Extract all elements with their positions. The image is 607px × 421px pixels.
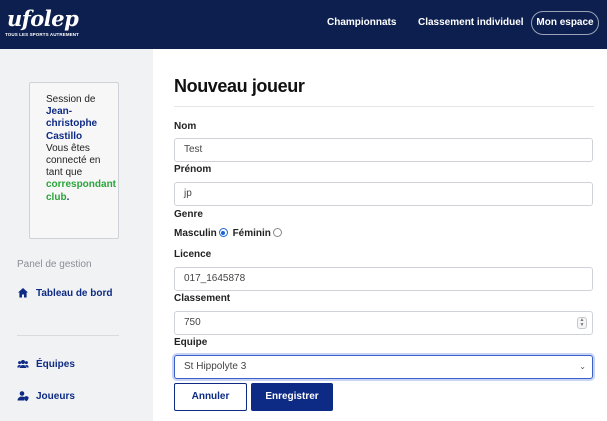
sidebar-item-label: Tableau de bord	[36, 288, 113, 299]
home-icon	[18, 288, 28, 298]
user-shield-icon	[17, 391, 29, 402]
session-suffix: .	[66, 191, 70, 203]
page-title: Nouveau joueur	[174, 76, 305, 96]
equipe-selected-value: St Hippolyte 3	[184, 361, 247, 372]
equipe-select[interactable]: St Hippolyte 3 ⌄	[174, 355, 593, 379]
prenom-input[interactable]: jp	[174, 182, 593, 206]
top-navbar: ufolep TOUS LES SPORTS AUTREMENT Champio…	[0, 0, 607, 49]
radio-label-masculin: Masculin	[174, 228, 217, 239]
sidebar-item-label: Joueurs	[36, 391, 75, 402]
radio-label-feminin: Féminin	[232, 228, 271, 239]
save-button[interactable]: Enregistrer	[251, 383, 333, 411]
mon-espace-button[interactable]: Mon espace	[531, 11, 599, 35]
equipe-label: Equipe	[174, 337, 208, 348]
users-icon	[17, 360, 29, 368]
licence-input[interactable]: 017_1645878	[174, 267, 593, 291]
sidebar-item-label: Équipes	[36, 359, 75, 370]
panel-title: Panel de gestion	[17, 259, 92, 270]
licence-label: Licence	[174, 249, 212, 260]
session-prefix: Session de	[46, 94, 96, 105]
sidebar-divider	[17, 335, 119, 336]
nom-input[interactable]: Test	[174, 138, 593, 162]
cancel-button[interactable]: Annuler	[174, 383, 247, 411]
sidebar-item-equipes[interactable]: Équipes	[17, 358, 127, 372]
prenom-label: Prénom	[174, 164, 212, 175]
session-role: correspondant club	[46, 179, 117, 203]
ufolep-logo[interactable]: ufolep TOUS LES SPORTS AUTREMENT	[5, 6, 100, 40]
chevron-down-icon: ⌄	[579, 362, 586, 371]
genre-radio-group: Masculin Féminin	[174, 228, 284, 240]
sidebar: Session de Jean-christophe Castillo Vous…	[0, 49, 153, 421]
session-box: Session de Jean-christophe Castillo Vous…	[29, 82, 119, 239]
nav-championnats[interactable]: Championnats	[327, 17, 396, 28]
session-user-name: Jean-christophe Castillo	[46, 106, 98, 142]
sidebar-item-joueurs[interactable]: Joueurs	[17, 390, 127, 404]
radio-masculin[interactable]	[218, 228, 228, 237]
classement-value: 750	[184, 317, 201, 328]
nav-classement-individuel[interactable]: Classement individuel	[418, 17, 524, 28]
classement-input[interactable]: 750 ▲ ▼	[174, 311, 593, 335]
logo-text: ufolep	[7, 6, 79, 31]
number-spinner-icon[interactable]: ▲ ▼	[577, 317, 587, 329]
title-divider	[174, 106, 594, 107]
radio-feminin[interactable]	[272, 228, 282, 237]
session-middle-text: Vous êtes connecté en tant que	[46, 142, 101, 179]
sidebar-item-tableau-de-bord[interactable]: Tableau de bord	[17, 287, 127, 317]
logo-tagline: TOUS LES SPORTS AUTREMENT	[5, 32, 80, 37]
classement-label: Classement	[174, 293, 231, 304]
session-info: Session de Jean-christophe Castillo Vous…	[46, 94, 118, 204]
nom-label: Nom	[174, 121, 197, 132]
genre-label: Genre	[174, 209, 203, 220]
